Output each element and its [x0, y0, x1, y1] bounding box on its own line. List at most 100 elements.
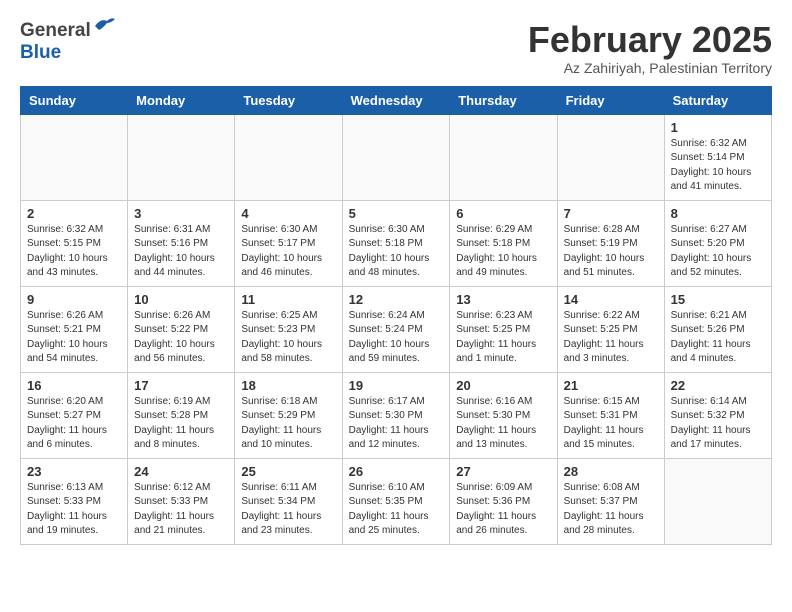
- calendar-cell: [450, 114, 557, 200]
- day-info: Sunrise: 6:13 AM Sunset: 5:33 PM Dayligh…: [27, 481, 121, 539]
- day-number: 28: [564, 464, 658, 479]
- calendar-cell: 3Sunrise: 6:31 AM Sunset: 5:16 PM Daylig…: [128, 200, 235, 286]
- day-info: Sunrise: 6:25 AM Sunset: 5:23 PM Dayligh…: [241, 309, 335, 367]
- day-number: 13: [456, 292, 550, 307]
- day-number: 8: [671, 206, 765, 221]
- calendar-cell: 15 Sunrise: 6:21 AM Sunset: 5:26 PM Dayli…: [664, 286, 771, 372]
- day-number: 4: [241, 206, 335, 221]
- calendar-week-row: 16 Sunrise: 6:20 AM Sunset: 5:27 PM Dayli…: [21, 372, 772, 458]
- day-number: 10: [134, 292, 228, 307]
- day-number: 18: [241, 378, 335, 393]
- day-info: Sunrise: 6:23 AM Sunset: 5:25 PM Dayligh…: [456, 309, 550, 367]
- calendar-cell: [128, 114, 235, 200]
- calendar-header-row: SundayMondayTuesdayWednesdayThursdayFrid…: [21, 86, 772, 114]
- logo: General Blue: [20, 20, 115, 64]
- day-number: 21: [564, 378, 658, 393]
- day-number: 23: [27, 464, 121, 479]
- calendar-cell: 22Sunrise: 6:14 AM Sunset: 5:32 PM Dayli…: [664, 372, 771, 458]
- day-info: Sunrise: 6:17 AM Sunset: 5:30 PM Dayligh…: [349, 395, 444, 453]
- day-info: Sunrise: 6:21 AM Sunset: 5:26 PM Dayligh…: [671, 309, 765, 367]
- day-number: 20: [456, 378, 550, 393]
- calendar-week-row: 2 Sunrise: 6:32 AM Sunset: 5:15 PM Daylig…: [21, 200, 772, 286]
- calendar-week-row: 9 Sunrise: 6:26 AM Sunset: 5:21 PM Daylig…: [21, 286, 772, 372]
- day-number: 6: [456, 206, 550, 221]
- calendar-week-row: 23 Sunrise: 6:13 AM Sunset: 5:33 PM Dayli…: [21, 458, 772, 544]
- calendar-cell: 20 Sunrise: 6:16 AM Sunset: 5:30 PM Dayli…: [450, 372, 557, 458]
- calendar-cell: 5 Sunrise: 6:30 AM Sunset: 5:18 PM Daylig…: [342, 200, 450, 286]
- day-info: Sunrise: 6:08 AM Sunset: 5:37 PM Dayligh…: [564, 481, 658, 539]
- day-number: 9: [27, 292, 121, 307]
- calendar-table: SundayMondayTuesdayWednesdayThursdayFrid…: [20, 86, 772, 545]
- calendar-cell: 10 Sunrise: 6:26 AM Sunset: 5:22 PM Dayli…: [128, 286, 235, 372]
- day-info: Sunrise: 6:20 AM Sunset: 5:27 PM Dayligh…: [27, 395, 121, 453]
- day-info: Sunrise: 6:16 AM Sunset: 5:30 PM Dayligh…: [456, 395, 550, 453]
- calendar-cell: [235, 114, 342, 200]
- logo-general-text: General: [20, 20, 91, 42]
- header: General Blue February 2025 Az Zahiriyah,…: [20, 20, 772, 76]
- day-number: 16: [27, 378, 121, 393]
- day-number: 24: [134, 464, 228, 479]
- logo-blue-text: Blue: [20, 42, 115, 64]
- day-info: Sunrise: 6:30 AM Sunset: 5:18 PM Dayligh…: [349, 223, 444, 281]
- month-title: February 2025: [528, 20, 772, 60]
- day-info: Sunrise: 6:32 AM Sunset: 5:15 PM Dayligh…: [27, 223, 121, 281]
- day-info: Sunrise: 6:19 AM Sunset: 5:28 PM Dayligh…: [134, 395, 228, 453]
- calendar-cell: 6 Sunrise: 6:29 AM Sunset: 5:18 PM Daylig…: [450, 200, 557, 286]
- day-number: 19: [349, 378, 444, 393]
- day-info: Sunrise: 6:29 AM Sunset: 5:18 PM Dayligh…: [456, 223, 550, 281]
- weekday-header-tuesday: Tuesday: [235, 86, 342, 114]
- day-info: Sunrise: 6:30 AM Sunset: 5:17 PM Dayligh…: [241, 223, 335, 281]
- day-number: 22: [671, 378, 765, 393]
- day-info: Sunrise: 6:32 AM Sunset: 5:14 PM Dayligh…: [671, 137, 765, 195]
- weekday-header-thursday: Thursday: [450, 86, 557, 114]
- day-info: Sunrise: 6:09 AM Sunset: 5:36 PM Dayligh…: [456, 481, 550, 539]
- day-info: Sunrise: 6:24 AM Sunset: 5:24 PM Dayligh…: [349, 309, 444, 367]
- day-info: Sunrise: 6:18 AM Sunset: 5:29 PM Dayligh…: [241, 395, 335, 453]
- calendar-cell: 23 Sunrise: 6:13 AM Sunset: 5:33 PM Dayli…: [21, 458, 128, 544]
- calendar-cell: 17 Sunrise: 6:19 AM Sunset: 5:28 PM Dayli…: [128, 372, 235, 458]
- calendar-cell: 21 Sunrise: 6:15 AM Sunset: 5:31 PM Dayli…: [557, 372, 664, 458]
- calendar-cell: 25 Sunrise: 6:11 AM Sunset: 5:34 PM Dayli…: [235, 458, 342, 544]
- calendar-cell: 26 Sunrise: 6:10 AM Sunset: 5:35 PM Dayli…: [342, 458, 450, 544]
- day-number: 25: [241, 464, 335, 479]
- day-number: 11: [241, 292, 335, 307]
- calendar-cell: 1 Sunrise: 6:32 AM Sunset: 5:14 PM Daylig…: [664, 114, 771, 200]
- calendar-cell: 4 Sunrise: 6:30 AM Sunset: 5:17 PM Daylig…: [235, 200, 342, 286]
- day-info: Sunrise: 6:15 AM Sunset: 5:31 PM Dayligh…: [564, 395, 658, 453]
- day-number: 26: [349, 464, 444, 479]
- calendar-cell: 8Sunrise: 6:27 AM Sunset: 5:20 PM Daylig…: [664, 200, 771, 286]
- calendar-cell: 18 Sunrise: 6:18 AM Sunset: 5:29 PM Dayli…: [235, 372, 342, 458]
- day-number: 14: [564, 292, 658, 307]
- day-info: Sunrise: 6:26 AM Sunset: 5:22 PM Dayligh…: [134, 309, 228, 367]
- calendar-cell: 16 Sunrise: 6:20 AM Sunset: 5:27 PM Dayli…: [21, 372, 128, 458]
- day-number: 17: [134, 378, 228, 393]
- calendar-cell: [342, 114, 450, 200]
- calendar-cell: 9 Sunrise: 6:26 AM Sunset: 5:21 PM Daylig…: [21, 286, 128, 372]
- day-number: 2: [27, 206, 121, 221]
- calendar-cell: 14 Sunrise: 6:22 AM Sunset: 5:25 PM Dayli…: [557, 286, 664, 372]
- day-info: Sunrise: 6:11 AM Sunset: 5:34 PM Dayligh…: [241, 481, 335, 539]
- day-info: Sunrise: 6:26 AM Sunset: 5:21 PM Dayligh…: [27, 309, 121, 367]
- day-number: 15: [671, 292, 765, 307]
- calendar-cell: 13 Sunrise: 6:23 AM Sunset: 5:25 PM Dayli…: [450, 286, 557, 372]
- day-info: Sunrise: 6:22 AM Sunset: 5:25 PM Dayligh…: [564, 309, 658, 367]
- weekday-header-friday: Friday: [557, 86, 664, 114]
- day-number: 27: [456, 464, 550, 479]
- day-info: Sunrise: 6:31 AM Sunset: 5:16 PM Dayligh…: [134, 223, 228, 281]
- day-number: 1: [671, 120, 765, 135]
- day-number: 5: [349, 206, 444, 221]
- calendar-cell: 2 Sunrise: 6:32 AM Sunset: 5:15 PM Daylig…: [21, 200, 128, 286]
- day-info: Sunrise: 6:10 AM Sunset: 5:35 PM Dayligh…: [349, 481, 444, 539]
- calendar-cell: [21, 114, 128, 200]
- weekday-header-saturday: Saturday: [664, 86, 771, 114]
- day-info: Sunrise: 6:12 AM Sunset: 5:33 PM Dayligh…: [134, 481, 228, 539]
- title-area: February 2025 Az Zahiriyah, Palestinian …: [528, 20, 772, 76]
- day-number: 7: [564, 206, 658, 221]
- calendar-cell: 12Sunrise: 6:24 AM Sunset: 5:24 PM Dayli…: [342, 286, 450, 372]
- calendar-cell: 7 Sunrise: 6:28 AM Sunset: 5:19 PM Daylig…: [557, 200, 664, 286]
- day-info: Sunrise: 6:28 AM Sunset: 5:19 PM Dayligh…: [564, 223, 658, 281]
- logo-bird-icon: [93, 16, 115, 39]
- weekday-header-wednesday: Wednesday: [342, 86, 450, 114]
- calendar-cell: 24 Sunrise: 6:12 AM Sunset: 5:33 PM Dayli…: [128, 458, 235, 544]
- calendar-cell: [664, 458, 771, 544]
